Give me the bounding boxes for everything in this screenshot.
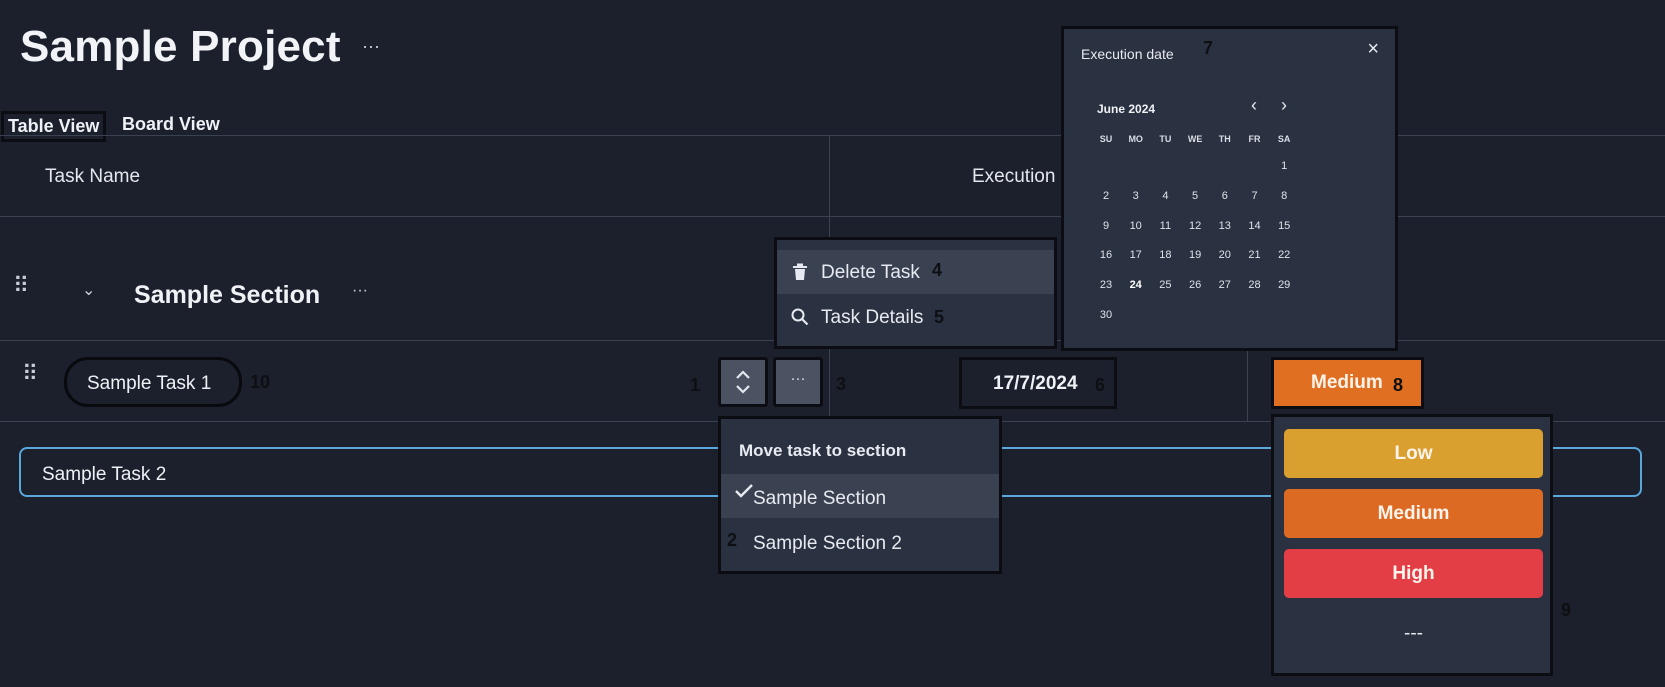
tab-label: Table View xyxy=(8,116,100,136)
priority-text: Medium xyxy=(1311,372,1383,393)
chevron-left-icon[interactable]: ‹ xyxy=(1251,95,1257,116)
menu-header: Move task to section xyxy=(739,441,907,460)
calendar-month-label: June 2024 xyxy=(1097,102,1156,116)
annotation-label: 8 xyxy=(1393,375,1404,395)
weekday-label: WE xyxy=(1187,134,1203,144)
task-details-menu-item[interactable]: Task Details xyxy=(777,295,1054,339)
annotation-label: 7 xyxy=(1203,38,1214,58)
menu-item-label: Sample Section 2 xyxy=(753,533,902,554)
calendar-day[interactable]: 13 xyxy=(1213,220,1237,232)
calendar-day[interactable]: 18 xyxy=(1153,249,1177,261)
calendar-day[interactable]: 30 xyxy=(1094,309,1118,321)
calendar-day[interactable]: 10 xyxy=(1124,220,1148,232)
section-option-sample-section[interactable]: Sample Section xyxy=(721,474,999,518)
priority-option-low[interactable]: Low xyxy=(1284,429,1543,478)
priority-option-medium[interactable]: Medium xyxy=(1284,489,1543,538)
task-name-text: Sample Task 1 xyxy=(87,373,212,394)
weekday-label: FR xyxy=(1248,134,1261,144)
weekday-label: SA xyxy=(1277,134,1291,144)
divider xyxy=(0,216,1665,217)
annotation-label: 9 xyxy=(1561,600,1572,620)
calendar-day[interactable]: 6 xyxy=(1213,190,1237,202)
calendar-day[interactable]: 24 xyxy=(1124,279,1148,291)
priority-option-none[interactable]: --- xyxy=(1284,609,1543,658)
calendar-day[interactable]: 2 xyxy=(1094,190,1118,202)
weekday-label: TU xyxy=(1159,134,1172,144)
calendar-day[interactable]: 22 xyxy=(1272,249,1296,261)
section-option-sample-section-2[interactable]: Sample Section 2 xyxy=(721,519,999,563)
annotation-label: 10 xyxy=(250,372,271,392)
calendar-day[interactable]: 16 xyxy=(1094,249,1118,261)
date-picker-title: Execution date xyxy=(1081,46,1174,62)
project-more-button[interactable]: ··· xyxy=(362,36,380,57)
annotation-label: 2 xyxy=(727,530,738,550)
annotation-label: 4 xyxy=(932,260,943,280)
tab-board-view[interactable]: Board View xyxy=(122,114,220,135)
weekday-label: SU xyxy=(1099,134,1113,144)
task-name-field[interactable]: Sample Task 1 xyxy=(64,357,242,407)
calendar-day[interactable]: 19 xyxy=(1183,249,1207,261)
trash-icon xyxy=(793,263,807,280)
drag-handle-icon[interactable]: ⠿ xyxy=(22,363,38,385)
annotation-label: 3 xyxy=(836,374,847,394)
menu-item-label: Delete Task xyxy=(821,262,920,283)
close-icon[interactable]: × xyxy=(1367,38,1379,61)
delete-task-menu-item[interactable]: Delete Task xyxy=(777,250,1054,294)
calendar-day[interactable]: 4 xyxy=(1153,190,1177,202)
section-more-button[interactable]: ··· xyxy=(352,282,368,300)
calendar-day[interactable]: 17 xyxy=(1124,249,1148,261)
calendar-day[interactable]: 1 xyxy=(1272,160,1296,172)
calendar-day[interactable]: 5 xyxy=(1183,190,1207,202)
task-name-text: Sample Task 2 xyxy=(42,464,167,485)
annotation-label: 1 xyxy=(690,375,701,395)
move-task-button[interactable] xyxy=(718,357,768,407)
page-title: Sample Project xyxy=(20,22,341,71)
chevron-down-icon[interactable]: ⌄ xyxy=(82,280,95,300)
menu-item-label: Task Details xyxy=(821,307,924,328)
column-header-execution[interactable]: Execution xyxy=(972,166,1055,188)
date-text: 17/7/2024 xyxy=(993,373,1078,394)
calendar-day[interactable]: 14 xyxy=(1243,220,1267,232)
column-header-task-name[interactable]: Task Name xyxy=(45,166,140,188)
annotation-label: 6 xyxy=(1095,375,1106,395)
chevron-right-icon[interactable]: › xyxy=(1281,95,1287,116)
priority-menu: Low Medium High --- xyxy=(1271,414,1553,676)
weekday-label: TH xyxy=(1218,134,1231,144)
menu-item-label: Sample Section xyxy=(753,488,887,509)
weekday-label: MO xyxy=(1128,134,1143,144)
calendar-day[interactable]: 7 xyxy=(1243,190,1267,202)
calendar-day[interactable]: 9 xyxy=(1094,220,1118,232)
section-title[interactable]: Sample Section xyxy=(134,281,320,310)
move-task-menu: Move task to section Sample Section Samp… xyxy=(718,416,1002,574)
priority-option-high[interactable]: High xyxy=(1284,549,1543,598)
tab-table-view[interactable]: Table View xyxy=(1,111,107,142)
checkmark-icon xyxy=(735,484,753,498)
calendar-day[interactable]: 21 xyxy=(1243,249,1267,261)
annotation-label: 5 xyxy=(934,307,945,327)
calendar-day[interactable]: 12 xyxy=(1183,220,1207,232)
calendar-day[interactable]: 20 xyxy=(1213,249,1237,261)
date-picker-popup: Execution date × June 2024 ‹ › SU MO TU WE T… xyxy=(1061,26,1398,351)
calendar-day[interactable]: 11 xyxy=(1153,220,1177,232)
calendar-day[interactable]: 29 xyxy=(1272,279,1296,291)
search-icon xyxy=(791,308,809,326)
calendar-day[interactable]: 15 xyxy=(1272,220,1296,232)
calendar-day[interactable]: 25 xyxy=(1153,279,1177,291)
chevron-up-down-icon xyxy=(736,370,750,394)
task-context-menu: Delete Task Task Details xyxy=(774,237,1057,349)
task-more-button[interactable]: ··· xyxy=(773,357,823,407)
calendar-day[interactable]: 23 xyxy=(1094,279,1118,291)
calendar-day[interactable]: 8 xyxy=(1272,190,1296,202)
execution-date-field[interactable]: 17/7/2024 xyxy=(959,357,1117,409)
calendar-day[interactable]: 27 xyxy=(1213,279,1237,291)
calendar-day[interactable]: 3 xyxy=(1124,190,1148,202)
calendar-day[interactable]: 28 xyxy=(1243,279,1267,291)
divider xyxy=(0,135,1665,136)
calendar-day[interactable]: 26 xyxy=(1183,279,1207,291)
drag-handle-icon[interactable]: ⠿ xyxy=(13,275,29,297)
